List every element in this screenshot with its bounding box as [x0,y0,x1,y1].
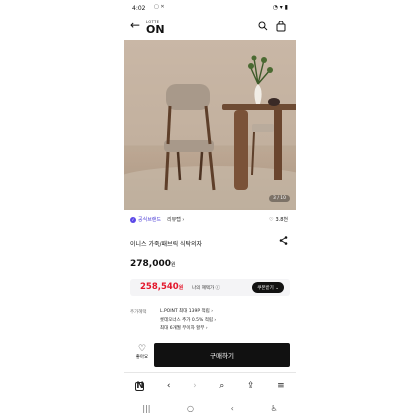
naver-n-icon[interactable]: N [135,381,145,391]
shopping-bag-icon[interactable] [276,21,286,32]
review-link[interactable]: 리뷰탭 › [167,216,184,223]
browser-toolbar: N ‹ › ⌕ ⇪ ≡ [124,375,296,397]
dining-chair-table-image [164,55,296,191]
benefit-lpoint[interactable]: L.POINT 최대 139P 적립 › [160,308,216,317]
lotte-on-logo[interactable]: LOTTE ON [146,20,165,36]
my-benefit-label[interactable]: 나의 혜택가 ⓘ [192,285,220,291]
status-time: 4:02 [132,5,146,12]
accessibility-icon[interactable]: ♿ [270,404,277,413]
wishlist-button[interactable]: ♡ 좋아요 [132,344,152,360]
benefit-installment[interactable]: 최대 6개월 무이자 할부 › [160,325,216,334]
benefit-owners[interactable]: 롯데오너스 추가 0.5% 적립 › [160,317,216,326]
app-header: ← LOTTE ON [124,16,296,40]
benefit-list: L.POINT 최대 139P 적립 › 롯데오너스 추가 0.5% 적립 › … [160,308,216,334]
like-count[interactable]: ♡ 3.8천 [268,216,288,224]
browser-menu-icon[interactable]: ≡ [277,381,285,391]
status-bar: 4:02 ▢ ✕ ◔ ▾ ▮ [124,0,296,16]
status-icons: ◔ ▾ ▮ [272,4,288,11]
divider [124,372,296,373]
back-arrow-icon[interactable]: ← [130,19,140,31]
browser-forward-icon[interactable]: › [193,381,197,391]
extra-benefit-label: 추가혜택 [130,310,147,315]
coupon-button[interactable]: 쿠폰받기 ⌄ [252,282,284,293]
image-counter: 3 / 10 [269,195,290,202]
product-photo[interactable]: 3 / 10 [124,40,296,210]
notification-icons: ▢ ✕ [154,4,165,10]
benefit-price-box: 258,540원 나의 혜택가 ⓘ 쿠폰받기 ⌄ [130,279,290,296]
browser-share-icon[interactable]: ⇪ [247,381,255,391]
system-nav-bar: ||| ○ ‹ ♿ [124,399,296,417]
sale-price: 258,540원 [140,282,184,292]
recent-apps-icon[interactable]: ||| [142,404,150,413]
search-icon[interactable] [258,21,268,31]
brand-row: ✓ 공식브랜드 리뷰탭 › [130,216,184,223]
system-back-icon[interactable]: ‹ [231,404,234,413]
app-screen: 4:02 ▢ ✕ ◔ ▾ ▮ ← LOTTE ON 3 / 10 ✓ 공식브랜드… [124,0,296,420]
home-icon[interactable]: ○ [187,404,194,413]
check-icon: ✓ [130,216,136,223]
heart-icon: ♡ [137,344,147,354]
heart-outline-icon: ♡ [268,216,274,223]
product-title: 이니스 가죽/패브릭 식탁의자 [130,241,203,248]
price: 278,000원 [130,259,176,269]
share-icon[interactable] [279,236,288,245]
buy-button[interactable]: 구매하기 [154,343,290,367]
official-brand-badge[interactable]: ✓ 공식브랜드 [130,216,161,223]
browser-back-icon[interactable]: ‹ [167,381,171,391]
browser-search-icon[interactable]: ⌕ [219,381,224,391]
